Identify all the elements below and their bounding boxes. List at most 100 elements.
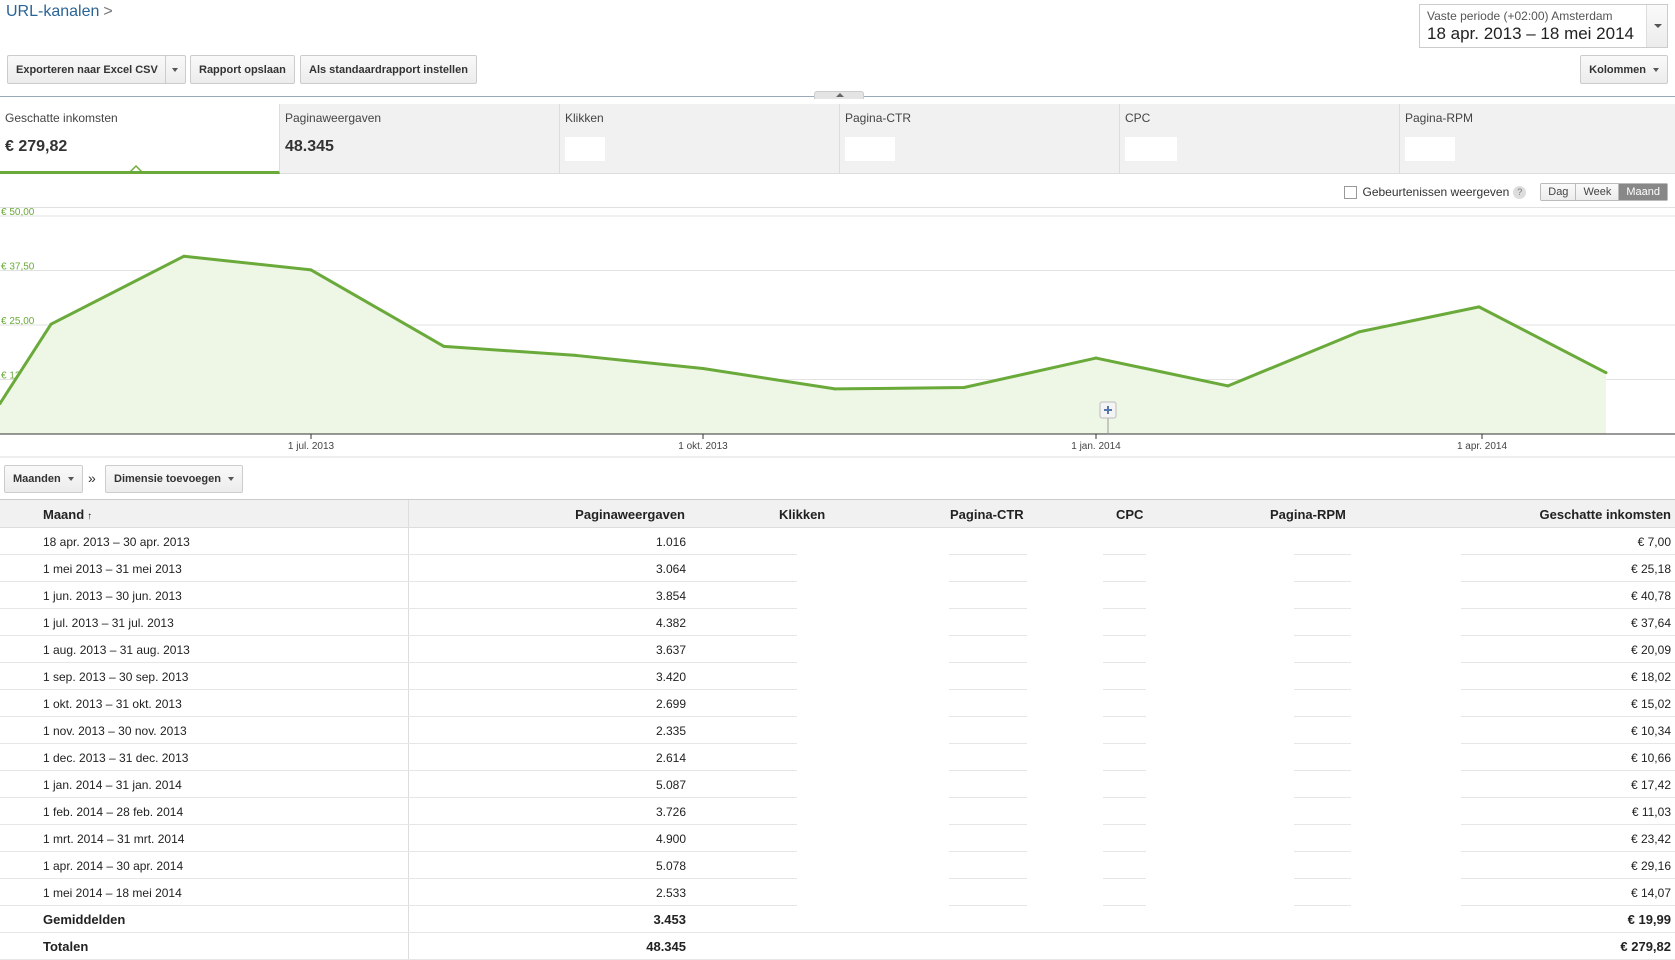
cell-month: 1 jan. 2014 – 31 jan. 2014 — [43, 778, 182, 792]
data-point — [1604, 371, 1608, 375]
export-csv-label: Exporteren naar Excel CSV — [16, 63, 158, 76]
data-point — [701, 367, 705, 371]
metric-label: CPC — [1125, 111, 1151, 125]
set-default-report-button[interactable]: Als standaardrapport instellen — [300, 55, 477, 84]
metric-tab-clicks[interactable]: Klikken — [560, 104, 840, 174]
columns-label: Kolommen — [1589, 63, 1646, 76]
table-row: 1 jun. 2013 – 30 jun. 2013 3.854 € 40,78 — [0, 582, 1675, 609]
granularity-day-button[interactable]: Dag — [1541, 184, 1577, 200]
metric-value-redacted — [565, 137, 605, 161]
table-row: 1 okt. 2013 – 31 okt. 2013 2.699 € 15,02 — [0, 690, 1675, 717]
cell-pageviews: 1.016 — [655, 535, 686, 549]
column-header-pageviews[interactable]: Paginaweergaven — [575, 507, 685, 522]
granularity-month-button[interactable]: Maand — [1619, 184, 1667, 200]
granularity-toggle: Dag Week Maand — [1540, 183, 1668, 201]
cell-estimated-earnings: € 25,18 — [1630, 562, 1671, 576]
events-checkbox[interactable] — [1344, 185, 1358, 199]
cell-estimated-earnings: € 19,99 — [1627, 912, 1671, 927]
cell-month: 1 nov. 2013 – 30 nov. 2013 — [43, 724, 187, 738]
metric-tab-page-ctr[interactable]: Pagina-CTR — [840, 104, 1120, 174]
collapse-toggle[interactable] — [814, 91, 864, 99]
cell-pageviews: 48.345 — [646, 939, 686, 954]
columns-dropdown[interactable]: Kolommen — [1580, 55, 1668, 84]
cell-pageviews: 2.699 — [655, 697, 686, 711]
help-icon[interactable]: ? — [1513, 185, 1527, 199]
data-point — [1477, 305, 1481, 309]
cell-estimated-earnings: € 29,16 — [1630, 859, 1671, 873]
metric-value: 48.345 — [285, 138, 334, 155]
metric-value-redacted — [1405, 137, 1455, 161]
series-area — [0, 256, 1606, 434]
cell-month: 1 sep. 2013 – 30 sep. 2013 — [43, 670, 189, 684]
metric-label: Pagina-RPM — [1405, 111, 1474, 125]
summary-label: Gemiddelden — [43, 912, 126, 927]
add-dimension-dropdown[interactable]: Dimensie toevoegen — [105, 465, 243, 493]
cell-estimated-earnings: € 15,02 — [1630, 697, 1671, 711]
column-header-clicks[interactable]: Klikken — [779, 507, 825, 522]
breadcrumb-link-url-kanalen[interactable]: URL-kanalen — [6, 3, 99, 20]
cell-estimated-earnings: € 37,64 — [1630, 616, 1671, 630]
metric-tab-page-rpm[interactable]: Pagina-RPM — [1400, 104, 1675, 174]
chart-controls: Gebeurtenissen weergeven ? Dag Week Maan… — [1344, 183, 1668, 201]
metric-value: € 279,82 — [5, 138, 68, 155]
column-header-cpc[interactable]: CPC — [1116, 507, 1143, 522]
cell-month: 1 okt. 2013 – 31 okt. 2013 — [43, 697, 182, 711]
date-range-value: 18 apr. 2013 – 18 mei 2014 — [1427, 24, 1634, 43]
table-row: 1 jan. 2014 – 31 jan. 2014 5.087 € 17,42 — [0, 771, 1675, 798]
breadcrumb-separator: > — [103, 3, 113, 20]
chevron-down-icon[interactable] — [1646, 5, 1667, 47]
summary-label: Totalen — [43, 939, 89, 954]
data-point — [1226, 384, 1230, 388]
cell-estimated-earnings: € 279,82 — [1620, 939, 1671, 954]
table-header: Maand ↑ Paginaweergaven Klikken Pagina-CT… — [0, 500, 1675, 528]
column-header-month[interactable]: Maand ↑ — [43, 507, 92, 522]
column-header-page-ctr[interactable]: Pagina-CTR — [950, 507, 1024, 522]
dimension-dropdown[interactable]: Maanden — [4, 465, 83, 493]
table-row: 1 sep. 2013 – 30 sep. 2013 3.420 € 18,02 — [0, 663, 1675, 690]
x-tick-label: 1 jul. 2013 — [288, 441, 335, 452]
caret-down-icon — [227, 477, 234, 481]
cell-estimated-earnings: € 10,66 — [1630, 751, 1671, 765]
cell-month: 1 feb. 2014 – 28 feb. 2014 — [43, 805, 184, 819]
metric-value-redacted — [1125, 137, 1177, 161]
table-row: 1 jul. 2013 – 31 jul. 2013 4.382 € 37,64 — [0, 609, 1675, 636]
metric-tab-pageviews[interactable]: Paginaweergaven 48.345 — [280, 104, 560, 174]
data-point — [1357, 330, 1361, 334]
metric-tab-estimated-earnings[interactable]: Geschatte inkomsten € 279,82 — [0, 104, 280, 174]
save-report-button[interactable]: Rapport opslaan — [190, 55, 295, 84]
metric-label: Geschatte inkomsten — [5, 111, 118, 125]
date-range-picker[interactable]: Vaste periode (+02:00) Amsterdam 18 apr.… — [1419, 4, 1668, 48]
cell-pageviews: 2.614 — [655, 751, 686, 765]
column-header-estimated-earnings[interactable]: Geschatte inkomsten — [1540, 507, 1672, 522]
data-point — [574, 353, 578, 357]
active-indicator-icon — [130, 165, 142, 171]
cell-pageviews: 3.453 — [653, 912, 686, 927]
table-row: 1 apr. 2014 – 30 apr. 2014 5.078 € 29,16 — [0, 852, 1675, 879]
breadcrumb: URL-kanalen > — [6, 3, 113, 21]
export-csv-button[interactable]: Exporteren naar Excel CSV — [7, 55, 173, 84]
cell-pageviews: 3.420 — [655, 670, 686, 684]
table-row: 18 apr. 2013 – 30 apr. 2013 1.016 € 7,00 — [0, 528, 1675, 555]
column-header-page-rpm[interactable]: Pagina-RPM — [1270, 507, 1346, 522]
data-point — [962, 386, 966, 390]
data-point — [833, 387, 837, 391]
granularity-week-button[interactable]: Week — [1576, 184, 1620, 200]
cell-month: 18 apr. 2013 – 30 apr. 2013 — [43, 535, 190, 549]
cell-month: 1 mei 2014 – 18 mei 2014 — [43, 886, 182, 900]
cell-month: 1 apr. 2014 – 30 apr. 2014 — [43, 859, 184, 873]
cell-estimated-earnings: € 11,03 — [1631, 805, 1671, 819]
y-tick-label: € 25,00 — [1, 316, 35, 327]
cell-month: 1 aug. 2013 – 31 aug. 2013 — [43, 643, 190, 657]
cell-estimated-earnings: € 18,02 — [1630, 670, 1671, 684]
table-summary-row: Gemiddelden 3.453 € 19,99 — [0, 906, 1675, 933]
cell-pageviews: 4.382 — [655, 616, 686, 630]
cell-pageviews: 2.335 — [655, 724, 686, 738]
metric-label: Pagina-CTR — [845, 111, 912, 125]
metric-label: Paginaweergaven — [285, 111, 382, 125]
export-options-dropdown[interactable] — [165, 55, 186, 84]
data-point — [49, 322, 53, 326]
set-default-report-label: Als standaardrapport instellen — [309, 63, 468, 76]
metric-tabs: Geschatte inkomsten € 279,82 Paginaweerg… — [0, 104, 1675, 174]
table-body: 18 apr. 2013 – 30 apr. 2013 1.016 € 7,00 1 … — [0, 528, 1675, 960]
metric-tab-cpc[interactable]: CPC — [1120, 104, 1400, 174]
